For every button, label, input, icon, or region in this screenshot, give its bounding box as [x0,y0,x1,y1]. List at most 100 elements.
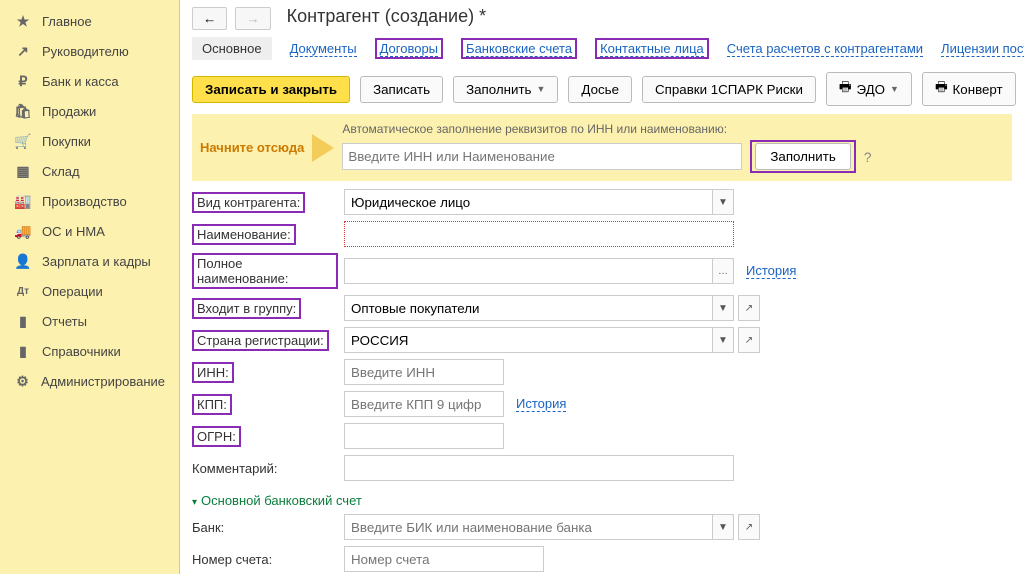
help-icon[interactable]: ? [864,149,872,165]
country-field[interactable] [344,327,712,353]
inn-field[interactable] [344,359,504,385]
open-icon[interactable]: ↗ [738,327,760,353]
nav-sales[interactable]: 🛍 Продажи [0,96,179,126]
start-here-label: Начните отсюда [200,140,304,155]
konvert-button[interactable]: 🖶Конверт [922,72,1016,106]
nav-reports[interactable]: ▮ Отчеты [0,306,179,336]
nav-purchases[interactable]: 🛒 Покупки [0,126,179,156]
debit-icon: Дт [14,282,32,300]
nav-label: Отчеты [42,314,87,329]
nav-label: Справочники [42,344,121,359]
comment-field[interactable] [344,455,734,481]
nav-label: Операции [42,284,103,299]
edo-button[interactable]: 🖶ЭДО▼ [826,72,912,106]
fullname-label: Полное наименование: [192,253,338,289]
tab-licenses[interactable]: Лицензии поставщи [941,41,1024,57]
dropdown-icon[interactable]: ▼ [712,327,734,353]
nav-main[interactable]: ★Главное [0,6,179,36]
nav-label: Продажи [42,104,96,119]
open-icon[interactable]: ↗ [738,514,760,540]
name-label: Наименование: [192,224,296,245]
nav-admin[interactable]: ⚙ Администрирование [0,366,179,396]
account-field[interactable] [344,546,544,572]
main-area: ← → Контрагент (создание) * Основное Док… [180,0,1024,574]
dossier-button[interactable]: Досье [568,76,632,103]
book-icon: ▮ [14,342,32,360]
type-field[interactable] [344,189,712,215]
nav-warehouse[interactable]: ▦ Склад [0,156,179,186]
chart-icon: ↗ [14,42,32,60]
tab-contacts[interactable]: Контактные лица [600,41,704,57]
nav-catalogs[interactable]: ▮ Справочники [0,336,179,366]
inn-label: ИНН: [192,362,234,383]
nav-label: Зарплата и кадры [42,254,151,269]
save-close-button[interactable]: Записать и закрыть [192,76,350,103]
tab-settlement[interactable]: Счета расчетов с контрагентами [727,41,923,57]
fullname-field[interactable] [344,258,712,284]
autofill-button[interactable]: Заполнить [755,143,850,170]
dropdown-icon[interactable]: ▼ [712,514,734,540]
bars-icon: ▮ [14,312,32,330]
nav-bank[interactable]: ₽Банк и касса [0,66,179,96]
tab-bank-accounts[interactable]: Банковские счета [466,41,572,57]
bank-section-toggle[interactable]: ▾Основной банковский счет [192,493,362,508]
type-label: Вид контрагента: [192,192,305,213]
bag-icon: 🛍 [14,102,32,120]
nav-manager[interactable]: ↗ Руководителю [0,36,179,66]
nav-production[interactable]: 🏭 Производство [0,186,179,216]
gear-icon: ⚙ [14,372,31,390]
history-link[interactable]: История [746,263,796,279]
grid-icon: ▦ [14,162,32,180]
autofill-input[interactable] [342,143,742,170]
bank-label: Банк: [192,520,224,535]
arrow-icon [312,134,334,162]
fill-button[interactable]: Заполнить▼ [453,76,558,103]
save-button[interactable]: Записать [360,76,443,103]
nav-label: Склад [42,164,80,179]
nav-label: Руководителю [42,44,129,59]
nav-label: Покупки [42,134,91,149]
nav-label: Производство [42,194,127,209]
print-icon: 🖶 [839,78,852,100]
comment-label: Комментарий: [192,461,278,476]
print-icon: 🖶 [935,78,948,100]
open-icon[interactable]: ↗ [738,295,760,321]
chevron-down-icon: ▼ [537,84,546,94]
truck-icon: 🚚 [14,222,32,240]
history-link-kpp[interactable]: История [516,396,566,412]
nav-label: Администрирование [41,374,165,389]
name-field[interactable] [344,221,734,247]
nav-hr[interactable]: 👤Зарплата и кадры [0,246,179,276]
tab-main[interactable]: Основное [192,37,272,60]
ogrn-field[interactable] [344,423,504,449]
ogrn-label: ОГРН: [192,426,241,447]
spark-button[interactable]: Справки 1СПАРК Риски [642,76,816,103]
sidebar: ★Главное ↗ Руководителю ₽Банк и касса 🛍 Пр… [0,0,180,574]
nav-assets[interactable]: 🚚ОС и НМА [0,216,179,246]
more-icon[interactable]: … [712,258,734,284]
bank-field[interactable] [344,514,712,540]
autofill-box: Начните отсюда Автоматическое заполнение… [192,114,1012,181]
kpp-field[interactable] [344,391,504,417]
chevron-down-icon: ▾ [192,497,197,508]
autofill-desc: Автоматическое заполнение реквизитов по … [342,122,1004,136]
account-label: Номер счета: [192,552,272,567]
page-title: Контрагент (создание) * [287,6,486,27]
kpp-label: КПП: [192,394,232,415]
forward-button[interactable]: → [235,7,270,30]
action-bar: Записать и закрыть Записать Заполнить▼ Д… [192,68,1012,114]
dropdown-icon[interactable]: ▼ [712,295,734,321]
factory-icon: 🏭 [14,192,32,210]
cart-icon: 🛒 [14,132,32,150]
nav-operations[interactable]: Дт Операции [0,276,179,306]
chevron-down-icon: ▼ [890,84,899,94]
back-button[interactable]: ← [192,7,227,30]
nav-label: Банк и касса [42,74,119,89]
dropdown-icon[interactable]: ▼ [712,189,734,215]
tab-contracts[interactable]: Договоры [380,41,438,57]
group-field[interactable] [344,295,712,321]
nav-label: Главное [42,14,92,29]
tab-bar: Основное Документы Договоры Банковские с… [192,33,1012,68]
tab-documents[interactable]: Документы [290,41,357,57]
group-label: Входит в группу: [192,298,301,319]
